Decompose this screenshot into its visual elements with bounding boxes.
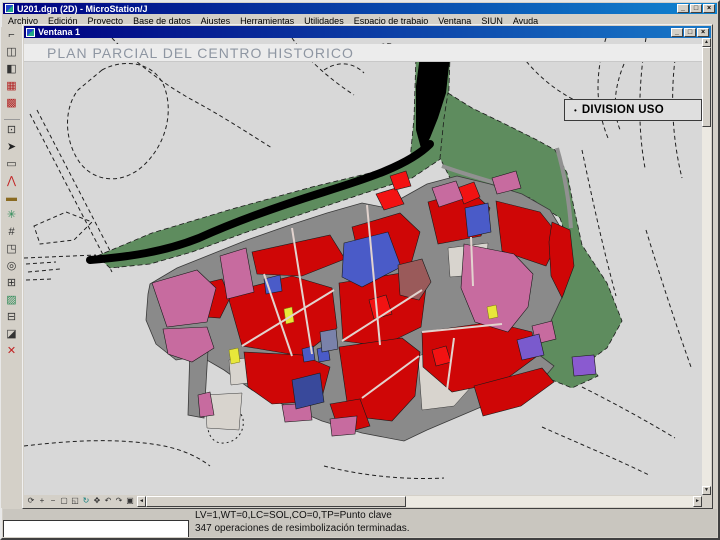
active-settings-text: LV=1,WT=0,LC=SOL,CO=0,TP=Punto clave: [195, 510, 392, 521]
view-pan-icon[interactable]: ✥: [92, 496, 102, 506]
main-tool-tags-icon[interactable]: #: [2, 224, 22, 241]
view-zoom-out-icon[interactable]: −: [48, 496, 58, 506]
main-tool-change-attributes-icon[interactable]: ⊡: [3, 119, 20, 139]
view-bottom-bar: ⟳ + − ▢ ◱ ↻ ✥ ↶ ↷ ▣ ◄ ►: [24, 495, 702, 507]
vertical-scrollbar[interactable]: ▲ ▼: [702, 38, 711, 495]
view-previous-icon[interactable]: ↶: [103, 496, 113, 506]
close-button[interactable]: ×: [703, 4, 715, 13]
view-window-1: Ventana 1 _ □ × PLAN PARCIAL DEL CENTRO …: [22, 24, 713, 509]
view-titlebar: Ventana 1 _ □ ×: [24, 26, 711, 38]
main-tool-mirror-icon[interactable]: ◧: [2, 61, 22, 78]
legend-bullet: •: [574, 105, 577, 115]
vertical-scroll-thumb[interactable]: [702, 47, 711, 127]
main-tool-fence-icon[interactable]: ▭: [2, 156, 22, 173]
main-tool-patterns-icon[interactable]: ▩: [2, 95, 22, 112]
map-canvas[interactable]: PLAN PARCIAL DEL CENTRO HISTORICO • DIVI…: [24, 38, 702, 495]
view-window-icon: [26, 27, 35, 37]
scroll-left-icon[interactable]: ◄: [137, 495, 146, 507]
scroll-right-icon[interactable]: ►: [693, 495, 702, 507]
view-close-button[interactable]: ×: [697, 27, 709, 37]
minimize-button[interactable]: _: [677, 4, 689, 13]
view-window-title: Ventana 1: [38, 27, 81, 37]
main-tool-cells-icon[interactable]: ▦: [2, 78, 22, 95]
microstation-app-icon: [5, 4, 14, 13]
main-titlebar: U201.dgn (2D) - MicroStation/J _ □ ×: [3, 3, 717, 14]
main-tool-modify-icon[interactable]: ◳: [2, 241, 22, 258]
view-rotate-icon[interactable]: ↻: [81, 496, 91, 506]
horizontal-scroll-thumb[interactable]: [146, 495, 406, 507]
main-tool-circles-icon[interactable]: ◎: [2, 258, 22, 275]
main-tool-measure-icon[interactable]: ▬: [2, 190, 22, 207]
window-title: U201.dgn (2D) - MicroStation/J: [17, 3, 148, 14]
view-window-area-icon[interactable]: ▢: [59, 496, 69, 506]
scroll-down-icon[interactable]: ▼: [702, 486, 711, 495]
view-window-buttons: _ □ ×: [671, 27, 711, 37]
view-minimize-button[interactable]: _: [671, 27, 683, 37]
view-fit-icon[interactable]: ◱: [70, 496, 80, 506]
status-bar: LV=1,WT=0,LC=SOL,CO=0,TP=Punto clave 347…: [3, 509, 717, 537]
main-tool-copy-icon[interactable]: ◫: [2, 44, 22, 61]
view-zoom-in-icon[interactable]: +: [37, 496, 47, 506]
map-title: PLAN PARCIAL DEL CENTRO HISTORICO: [47, 45, 354, 61]
main-tool-frame: ⌐ ◫ ◧ ▦ ▩ ⊡ ➤ ▭ ⋀ ▬ ✳ # ◳ ◎ ⊞ ▨ ⊟ ◪ ✕: [1, 27, 22, 508]
main-window-buttons: _ □ ×: [677, 4, 717, 13]
main-tool-hatch-icon[interactable]: ▨: [2, 292, 22, 309]
scroll-up-icon[interactable]: ▲: [702, 38, 711, 47]
view-next-icon[interactable]: ↷: [114, 496, 124, 506]
view-control-toolbar: ⟳ + − ▢ ◱ ↻ ✥ ↶ ↷ ▣: [24, 496, 137, 506]
restore-button[interactable]: □: [690, 4, 702, 13]
horizontal-scrollbar[interactable]: ◄ ►: [137, 495, 702, 507]
main-tool-manipulate-icon[interactable]: ⊟: [2, 309, 22, 326]
status-message-text: 347 operaciones de resimbolización termi…: [195, 523, 410, 534]
main-tool-linear-icon[interactable]: ⌐: [2, 27, 22, 44]
legend-label: DIVISION USO: [581, 104, 665, 116]
view-restore-button[interactable]: □: [684, 27, 696, 37]
main-tool-points-icon[interactable]: ⋀: [2, 173, 22, 190]
main-tool-delete-icon[interactable]: ✕: [2, 343, 22, 360]
main-tool-grid-icon[interactable]: ⊞: [2, 275, 22, 292]
legend-division-uso: • DIVISION USO: [564, 99, 702, 121]
view-copy-icon[interactable]: ▣: [125, 496, 135, 506]
main-tool-element-selection-icon[interactable]: ➤: [2, 139, 22, 156]
key-in-field[interactable]: [3, 520, 189, 537]
main-tool-drop-icon[interactable]: ◪: [2, 326, 22, 343]
main-tool-terrain-icon[interactable]: ✳: [2, 207, 22, 224]
view-update-icon[interactable]: ⟳: [26, 496, 36, 506]
